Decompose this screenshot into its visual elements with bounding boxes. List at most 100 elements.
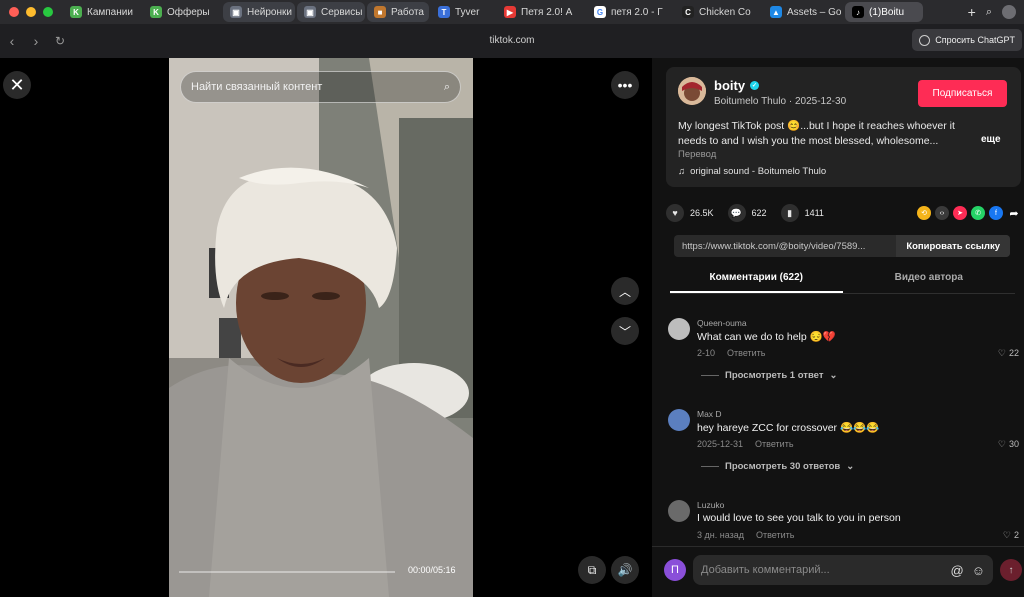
tab-label: Кампании: [87, 6, 133, 18]
new-tab-icon[interactable]: +: [968, 4, 976, 20]
browser-tab[interactable]: ♪ (1)Boitu: [845, 2, 923, 22]
tab-label: Нейронки: [247, 6, 292, 18]
mention-icon[interactable]: @: [951, 563, 964, 578]
send-to-friends-icon[interactable]: ➤: [953, 206, 967, 220]
reply-button[interactable]: Ответить: [755, 439, 793, 449]
close-icon[interactable]: ✕: [3, 71, 31, 99]
search-placeholder: Найти связанный контент: [191, 81, 323, 93]
chevron-down-icon: ⌄: [846, 461, 855, 472]
profile-icon[interactable]: [1002, 5, 1016, 19]
commenter-avatar[interactable]: [668, 500, 690, 522]
minimize-window-button[interactable]: [26, 7, 36, 17]
browser-tab[interactable]: ▣ Нейронки: [223, 2, 295, 22]
commenter-avatar[interactable]: [668, 318, 690, 340]
facebook-icon[interactable]: f: [989, 206, 1003, 220]
k-icon: K: [70, 6, 82, 18]
comment-like-button[interactable]: ♡ 22: [998, 348, 1019, 359]
verified-badge-icon: ✓: [750, 81, 760, 90]
tab-label: Assets – Go: [787, 6, 842, 18]
comment-date: 3 дн. назад: [697, 530, 744, 540]
browser-tab[interactable]: C Chicken Co: [675, 2, 761, 22]
embed-icon[interactable]: ‹›: [935, 206, 949, 220]
tab-label: Сервисы: [321, 6, 363, 18]
browser-tab[interactable]: ▣ Сервисы: [297, 2, 365, 22]
reload-icon[interactable]: ↻: [48, 34, 72, 48]
tyver-icon: T: [438, 6, 450, 18]
comment-placeholder: Добавить комментарий...: [701, 564, 830, 576]
share-options: ⟲ ‹› ➤ ✆ f ➦: [917, 206, 1021, 220]
browser-toolbar: ‹ › ↻ tiktok.com Спросить ChatGPT: [0, 24, 1024, 58]
comment-text: I would love to see you talk to you in p…: [697, 512, 901, 524]
comment-like-button[interactable]: ♡ 30: [998, 439, 1019, 450]
translate-link[interactable]: Перевод: [678, 149, 716, 160]
share-arrow-icon[interactable]: ➦: [1007, 206, 1021, 220]
comment-date: 2-10: [697, 348, 716, 358]
volume-icon[interactable]: 🔊: [611, 556, 639, 584]
tab-label: Работа: [391, 6, 424, 18]
view-replies-button[interactable]: Просмотреть 1 ответ ⌄: [701, 370, 837, 381]
previous-video-icon[interactable]: ︿: [611, 277, 639, 305]
view-replies-button[interactable]: Просмотреть 30 ответов ⌄: [701, 461, 854, 472]
window-controls: [0, 7, 63, 17]
emoji-icon[interactable]: ☺: [972, 563, 985, 578]
reply-button[interactable]: Ответить: [727, 348, 765, 358]
commenter-name[interactable]: Max D: [697, 409, 722, 419]
more-options-icon[interactable]: •••: [611, 71, 639, 99]
post-date: 2025-12-30: [794, 96, 847, 107]
chatgpt-icon: [919, 34, 931, 46]
tab-author-videos[interactable]: Видео автора: [843, 266, 1016, 293]
like-button[interactable]: ♥ 26.5K: [666, 204, 714, 222]
briefcase-icon: ■: [374, 6, 386, 18]
browser-tab[interactable]: Gпетя 2.0 - Г: [587, 2, 673, 22]
search-icon[interactable]: ⌕: [444, 81, 450, 94]
commenter-avatar[interactable]: [668, 409, 690, 431]
follow-button[interactable]: Подписаться: [918, 80, 1007, 107]
close-window-button[interactable]: [9, 7, 19, 17]
related-content-search[interactable]: Найти связанный контент ⌕: [180, 71, 461, 103]
search-tabs-icon[interactable]: ⌕: [986, 6, 992, 19]
forward-icon[interactable]: ›: [24, 33, 48, 49]
google-icon: G: [594, 6, 606, 18]
author-username[interactable]: boity ✓: [714, 78, 760, 93]
browser-tab[interactable]: ▲ Assets – Go: [763, 2, 843, 22]
comment-like-button[interactable]: ♡ 2: [1003, 530, 1019, 541]
view-replies-label: Просмотреть 30 ответов: [725, 461, 841, 472]
repost-icon[interactable]: ⟲: [917, 206, 931, 220]
ask-chatgpt-button[interactable]: Спросить ChatGPT: [912, 29, 1022, 51]
my-avatar[interactable]: П: [664, 559, 686, 581]
sound-link[interactable]: ♫ original sound - Boitumelo Thulo: [678, 166, 826, 177]
post-link[interactable]: https://www.tiktok.com/@boity/video/7589…: [674, 241, 890, 252]
author-avatar[interactable]: [678, 77, 706, 105]
more-button[interactable]: еще: [981, 134, 1001, 145]
browser-tab[interactable]: K Кампании: [63, 2, 141, 22]
address-bar[interactable]: tiktok.com: [0, 35, 1024, 46]
details-panel: boity ✓ Boitumelo Thulo · 2025-12-30 Под…: [652, 58, 1024, 597]
comment-item: Luzuko I would love to see you talk to y…: [666, 500, 1021, 546]
comment-icon: 💬: [727, 204, 746, 222]
tab-comments[interactable]: Комментарии (622): [670, 266, 843, 293]
browser-tab[interactable]: ▶ Петя 2.0! A: [497, 2, 585, 22]
commenter-name[interactable]: Luzuko: [697, 500, 724, 510]
back-icon[interactable]: ‹: [0, 33, 24, 49]
browser-tab[interactable]: T Tyver: [431, 2, 495, 22]
maximize-window-button[interactable]: [43, 7, 53, 17]
browser-tab[interactable]: K Офферы: [143, 2, 221, 22]
commenter-name[interactable]: Queen-ouma: [697, 318, 747, 328]
next-video-icon[interactable]: ﹀: [611, 317, 639, 345]
video-player[interactable]: [169, 58, 473, 597]
like-count: 26.5K: [690, 208, 714, 218]
comment-input[interactable]: Добавить комментарий... @ ☺: [693, 555, 993, 585]
floating-player-icon[interactable]: ⧉: [578, 556, 606, 584]
reply-button[interactable]: Ответить: [756, 530, 794, 540]
post-actions: ♥ 26.5K 💬 622 ▮ 1411 ⟲ ‹› ➤ ✆ f ➦: [666, 201, 1021, 225]
copy-link-button[interactable]: Копировать ссылку: [896, 235, 1010, 257]
send-comment-icon[interactable]: ↑: [1000, 559, 1022, 581]
video-frame: [169, 58, 473, 597]
music-note-icon: ♫: [678, 166, 686, 177]
save-button[interactable]: ▮ 1411: [780, 204, 824, 222]
video-progress-bar[interactable]: [179, 571, 395, 573]
comment-button[interactable]: 💬 622: [727, 204, 767, 222]
comment-text: What can we do to help 😔💔: [697, 331, 836, 343]
browser-tab[interactable]: ■ Работа: [367, 2, 429, 22]
whatsapp-icon[interactable]: ✆: [971, 206, 985, 220]
